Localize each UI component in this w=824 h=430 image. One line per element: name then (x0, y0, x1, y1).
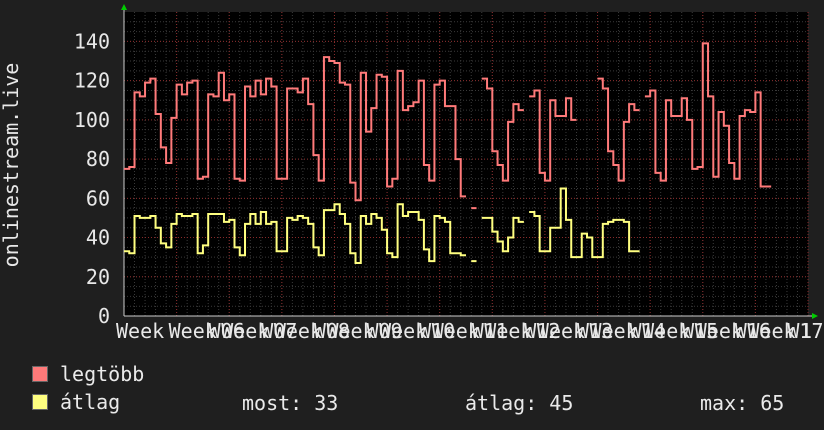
legend-label-max: legtöbb (60, 362, 145, 386)
x-tick-label: Week (116, 319, 164, 343)
y-axis-title: onlinestream.live (0, 63, 23, 268)
y-tick-label: 20 (86, 265, 110, 289)
legend-label-avg: átlag (60, 390, 121, 414)
x-tick-label-overlay: W10 (419, 319, 455, 343)
legend-item-avg: átlag (32, 390, 121, 414)
plot-area (124, 12, 808, 316)
x-tick-label-overlay: W13 (577, 319, 613, 343)
y-tick-label: 80 (86, 147, 110, 171)
x-tick-label-overlay: W16 (735, 319, 771, 343)
legend-swatch-avg (32, 394, 48, 410)
y-tick-label: 120 (74, 69, 110, 93)
stat-avg: átlag: 45 (465, 391, 574, 415)
legend-item-max: legtöbb (32, 362, 145, 386)
y-tick-label: 60 (86, 186, 110, 210)
stat-max: max: 65 (700, 391, 785, 415)
x-tick-label-overlay: W11 (472, 319, 508, 343)
y-tick-label: 100 (74, 108, 110, 132)
x-tick-label-overlay: W17 (787, 319, 823, 343)
stat-now: most: 33 (242, 391, 339, 415)
x-tick-label-overlay: W08 (314, 319, 350, 343)
chart-frame: 0 20 40 60 80 100 120 140 Week Week Week Week Week We… (0, 0, 824, 430)
x-tick-label-overlay: W09 (366, 319, 402, 343)
y-tick-label: 40 (86, 226, 110, 250)
x-tick-label-overlay: W14 (630, 319, 666, 343)
x-tick-label-overlay: W12 (524, 319, 560, 343)
x-tick-label-overlay: W15 (682, 319, 718, 343)
legend-swatch-max (32, 366, 48, 382)
y-tick-label: 0 (98, 304, 110, 328)
x-tick-label-overlay: W06 (209, 319, 245, 343)
y-axis-arrow (121, 4, 127, 10)
x-tick-label-overlay: W07 (261, 319, 297, 343)
y-tick-label: 140 (74, 29, 110, 53)
